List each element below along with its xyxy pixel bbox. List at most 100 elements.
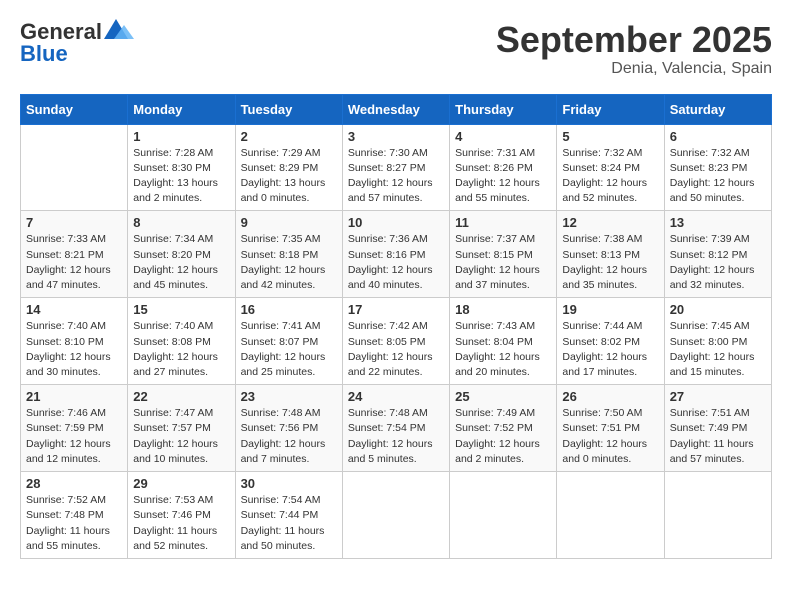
logo-blue-text: Blue xyxy=(20,42,134,66)
month-title: September 2025 xyxy=(496,20,772,60)
calendar-cell: 12 Sunrise: 7:38 AM Sunset: 8:13 PM Dayli… xyxy=(557,211,664,298)
calendar-cell: 3Sunrise: 7:30 AM Sunset: 8:27 PM Daylig… xyxy=(342,124,449,211)
day-number: 24 xyxy=(348,389,444,404)
calendar-cell xyxy=(450,472,557,559)
calendar-cell: 25 Sunrise: 7:49 AM Sunset: 7:52 PM Dayli… xyxy=(450,385,557,472)
calendar-cell xyxy=(342,472,449,559)
day-number: 18 xyxy=(455,302,551,317)
calendar-cell: 9Sunrise: 7:35 AM Sunset: 8:18 PM Daylig… xyxy=(235,211,342,298)
day-number: 28 xyxy=(26,476,122,491)
calendar-cell: 18 Sunrise: 7:43 AM Sunset: 8:04 PM Dayli… xyxy=(450,298,557,385)
day-number: 26 xyxy=(562,389,658,404)
calendar-cell xyxy=(664,472,771,559)
calendar-cell: 5Sunrise: 7:32 AM Sunset: 8:24 PM Daylig… xyxy=(557,124,664,211)
cell-content: Sunrise: 7:51 AM Sunset: 7:49 PM Dayligh… xyxy=(670,406,766,467)
calendar-cell: 15 Sunrise: 7:40 AM Sunset: 8:08 PM Dayli… xyxy=(128,298,235,385)
calendar-cell: 26 Sunrise: 7:50 AM Sunset: 7:51 PM Dayli… xyxy=(557,385,664,472)
cell-content: Sunrise: 7:38 AM Sunset: 8:13 PM Dayligh… xyxy=(562,232,658,293)
week-row-2: 7Sunrise: 7:33 AM Sunset: 8:21 PM Daylig… xyxy=(21,211,772,298)
cell-content: Sunrise: 7:42 AM Sunset: 8:05 PM Dayligh… xyxy=(348,319,444,380)
cell-content: Sunrise: 7:28 AM Sunset: 8:30 PM Dayligh… xyxy=(133,146,229,207)
weekday-header-wednesday: Wednesday xyxy=(342,94,449,124)
cell-content: Sunrise: 7:29 AM Sunset: 8:29 PM Dayligh… xyxy=(241,146,337,207)
day-number: 13 xyxy=(670,215,766,230)
day-number: 15 xyxy=(133,302,229,317)
day-number: 22 xyxy=(133,389,229,404)
cell-content: Sunrise: 7:47 AM Sunset: 7:57 PM Dayligh… xyxy=(133,406,229,467)
week-row-1: 1 Sunrise: 7:28 AM Sunset: 8:30 PM Daylig… xyxy=(21,124,772,211)
calendar-cell: 16Sunrise: 7:41 AM Sunset: 8:07 PM Dayli… xyxy=(235,298,342,385)
logo: General Blue xyxy=(20,20,134,66)
cell-content: Sunrise: 7:46 AM Sunset: 7:59 PM Dayligh… xyxy=(26,406,122,467)
calendar-cell: 1 Sunrise: 7:28 AM Sunset: 8:30 PM Daylig… xyxy=(128,124,235,211)
calendar-cell: 14Sunrise: 7:40 AM Sunset: 8:10 PM Dayli… xyxy=(21,298,128,385)
cell-content: Sunrise: 7:37 AM Sunset: 8:15 PM Dayligh… xyxy=(455,232,551,293)
weekday-header-saturday: Saturday xyxy=(664,94,771,124)
day-number: 1 xyxy=(133,129,229,144)
title-area: September 2025 Denia, Valencia, Spain xyxy=(496,20,772,78)
cell-content: Sunrise: 7:32 AM Sunset: 8:24 PM Dayligh… xyxy=(562,146,658,207)
day-number: 27 xyxy=(670,389,766,404)
day-number: 11 xyxy=(455,215,551,230)
cell-content: Sunrise: 7:31 AM Sunset: 8:26 PM Dayligh… xyxy=(455,146,551,207)
day-number: 20 xyxy=(670,302,766,317)
day-number: 4 xyxy=(455,129,551,144)
day-number: 19 xyxy=(562,302,658,317)
cell-content: Sunrise: 7:49 AM Sunset: 7:52 PM Dayligh… xyxy=(455,406,551,467)
calendar-cell: 19 Sunrise: 7:44 AM Sunset: 8:02 PM Dayli… xyxy=(557,298,664,385)
calendar-cell: 28 Sunrise: 7:52 AM Sunset: 7:48 PM Dayli… xyxy=(21,472,128,559)
cell-content: Sunrise: 7:36 AM Sunset: 8:16 PM Dayligh… xyxy=(348,232,444,293)
cell-content: Sunrise: 7:35 AM Sunset: 8:18 PM Dayligh… xyxy=(241,232,337,293)
day-number: 29 xyxy=(133,476,229,491)
calendar-cell: 22 Sunrise: 7:47 AM Sunset: 7:57 PM Dayli… xyxy=(128,385,235,472)
week-row-5: 28 Sunrise: 7:52 AM Sunset: 7:48 PM Dayli… xyxy=(21,472,772,559)
calendar-table: SundayMondayTuesdayWednesdayThursdayFrid… xyxy=(20,94,772,559)
cell-content: Sunrise: 7:52 AM Sunset: 7:48 PM Dayligh… xyxy=(26,493,122,554)
week-row-4: 21Sunrise: 7:46 AM Sunset: 7:59 PM Dayli… xyxy=(21,385,772,472)
cell-content: Sunrise: 7:48 AM Sunset: 7:56 PM Dayligh… xyxy=(241,406,337,467)
calendar-cell: 4 Sunrise: 7:31 AM Sunset: 8:26 PM Daylig… xyxy=(450,124,557,211)
weekday-header-thursday: Thursday xyxy=(450,94,557,124)
cell-content: Sunrise: 7:48 AM Sunset: 7:54 PM Dayligh… xyxy=(348,406,444,467)
week-row-3: 14Sunrise: 7:40 AM Sunset: 8:10 PM Dayli… xyxy=(21,298,772,385)
calendar-cell: 29 Sunrise: 7:53 AM Sunset: 7:46 PM Dayli… xyxy=(128,472,235,559)
logo-triangle-icon xyxy=(104,17,134,43)
day-number: 17 xyxy=(348,302,444,317)
calendar-cell: 10Sunrise: 7:36 AM Sunset: 8:16 PM Dayli… xyxy=(342,211,449,298)
weekday-header-friday: Friday xyxy=(557,94,664,124)
calendar-cell: 24 Sunrise: 7:48 AM Sunset: 7:54 PM Dayli… xyxy=(342,385,449,472)
day-number: 30 xyxy=(241,476,337,491)
calendar-cell: 7Sunrise: 7:33 AM Sunset: 8:21 PM Daylig… xyxy=(21,211,128,298)
calendar-cell xyxy=(557,472,664,559)
calendar-cell: 21Sunrise: 7:46 AM Sunset: 7:59 PM Dayli… xyxy=(21,385,128,472)
cell-content: Sunrise: 7:30 AM Sunset: 8:27 PM Dayligh… xyxy=(348,146,444,207)
calendar-cell: 8Sunrise: 7:34 AM Sunset: 8:20 PM Daylig… xyxy=(128,211,235,298)
location-title: Denia, Valencia, Spain xyxy=(496,60,772,78)
cell-content: Sunrise: 7:50 AM Sunset: 7:51 PM Dayligh… xyxy=(562,406,658,467)
cell-content: Sunrise: 7:39 AM Sunset: 8:12 PM Dayligh… xyxy=(670,232,766,293)
calendar-cell: 13 Sunrise: 7:39 AM Sunset: 8:12 PM Dayli… xyxy=(664,211,771,298)
cell-content: Sunrise: 7:54 AM Sunset: 7:44 PM Dayligh… xyxy=(241,493,337,554)
day-number: 12 xyxy=(562,215,658,230)
cell-content: Sunrise: 7:44 AM Sunset: 8:02 PM Dayligh… xyxy=(562,319,658,380)
calendar-cell: 23 Sunrise: 7:48 AM Sunset: 7:56 PM Dayli… xyxy=(235,385,342,472)
calendar-cell: 30 Sunrise: 7:54 AM Sunset: 7:44 PM Dayli… xyxy=(235,472,342,559)
calendar-cell: 17 Sunrise: 7:42 AM Sunset: 8:05 PM Dayli… xyxy=(342,298,449,385)
page-header: General Blue September 2025 Denia, Valen… xyxy=(20,20,772,78)
cell-content: Sunrise: 7:53 AM Sunset: 7:46 PM Dayligh… xyxy=(133,493,229,554)
cell-content: Sunrise: 7:45 AM Sunset: 8:00 PM Dayligh… xyxy=(670,319,766,380)
cell-content: Sunrise: 7:40 AM Sunset: 8:10 PM Dayligh… xyxy=(26,319,122,380)
calendar-cell: 11 Sunrise: 7:37 AM Sunset: 8:15 PM Dayli… xyxy=(450,211,557,298)
day-number: 8 xyxy=(133,215,229,230)
calendar-cell: 27 Sunrise: 7:51 AM Sunset: 7:49 PM Dayli… xyxy=(664,385,771,472)
cell-content: Sunrise: 7:43 AM Sunset: 8:04 PM Dayligh… xyxy=(455,319,551,380)
day-number: 2 xyxy=(241,129,337,144)
day-number: 23 xyxy=(241,389,337,404)
day-number: 25 xyxy=(455,389,551,404)
cell-content: Sunrise: 7:41 AM Sunset: 8:07 PM Dayligh… xyxy=(241,319,337,380)
weekday-header-sunday: Sunday xyxy=(21,94,128,124)
cell-content: Sunrise: 7:40 AM Sunset: 8:08 PM Dayligh… xyxy=(133,319,229,380)
calendar-cell xyxy=(21,124,128,211)
cell-content: Sunrise: 7:33 AM Sunset: 8:21 PM Dayligh… xyxy=(26,232,122,293)
calendar-cell: 2 Sunrise: 7:29 AM Sunset: 8:29 PM Daylig… xyxy=(235,124,342,211)
